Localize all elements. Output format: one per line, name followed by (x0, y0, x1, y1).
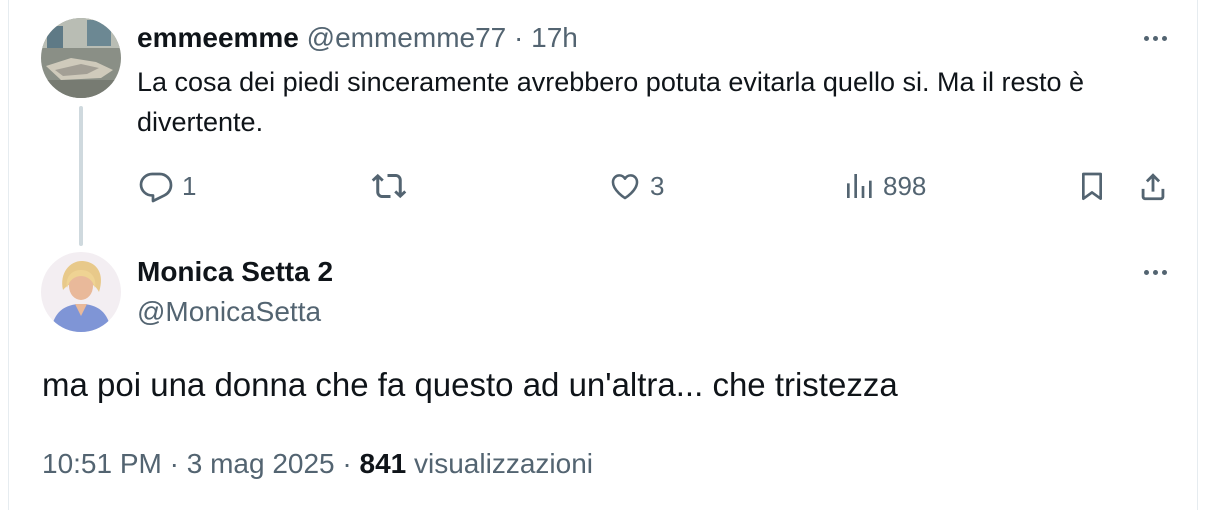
reply-handle[interactable]: @emmemme77 (307, 22, 507, 53)
more-icon (1143, 269, 1149, 275)
views-icon (847, 174, 872, 198)
share-button[interactable] (1136, 168, 1170, 204)
post-views-label: visualizzazioni (414, 448, 593, 479)
thread-connector-line (79, 106, 83, 246)
frame-right-border (1197, 0, 1198, 510)
reply-time[interactable]: 17h (531, 22, 578, 53)
main-display-name[interactable]: Monica Setta 2 (137, 254, 333, 290)
like-action-button[interactable]: 3 (608, 168, 664, 204)
reply-action-button[interactable]: 1 (138, 168, 196, 204)
meta-separator: · (342, 448, 352, 479)
reply-icon (139, 172, 173, 203)
reply-display-name[interactable]: emmeemme (137, 22, 299, 53)
more-icon (1143, 35, 1149, 41)
main-avatar[interactable] (41, 252, 121, 332)
main-post-text: ma poi una donna che fa questo ad un'alt… (42, 366, 898, 403)
reply-header: emmeemme @emmemme77 · 17h (137, 20, 578, 56)
views-action-button[interactable]: 898 (843, 168, 926, 204)
main-avatar-image (41, 252, 121, 332)
frame-left-border (8, 0, 9, 510)
reply-avatar-image (41, 18, 121, 98)
post-timestamp[interactable]: 10:51 PM · 3 mag 2025 (42, 448, 335, 479)
bookmark-icon (1082, 172, 1102, 200)
views-count: 898 (883, 170, 927, 201)
reply-avatar[interactable] (41, 18, 121, 98)
reply-header-separator: · (514, 22, 524, 53)
bookmark-button[interactable] (1076, 168, 1108, 204)
main-post-meta: 10:51 PM · 3 mag 2025 · 841 visualizzazi… (42, 445, 593, 483)
reply-count: 1 (182, 170, 197, 201)
main-handle[interactable]: @MonicaSetta (137, 294, 321, 330)
like-icon (611, 174, 639, 200)
main-more-button[interactable] (1135, 260, 1175, 284)
share-icon (1141, 173, 1165, 201)
reply-more-button[interactable] (1135, 26, 1175, 50)
repost-icon (371, 173, 407, 199)
post-views-count: 841 (359, 448, 407, 479)
reply-text: La cosa dei piedi sinceramente avrebbero… (137, 67, 1085, 137)
like-count: 3 (650, 170, 665, 201)
repost-action-button[interactable] (370, 168, 416, 204)
